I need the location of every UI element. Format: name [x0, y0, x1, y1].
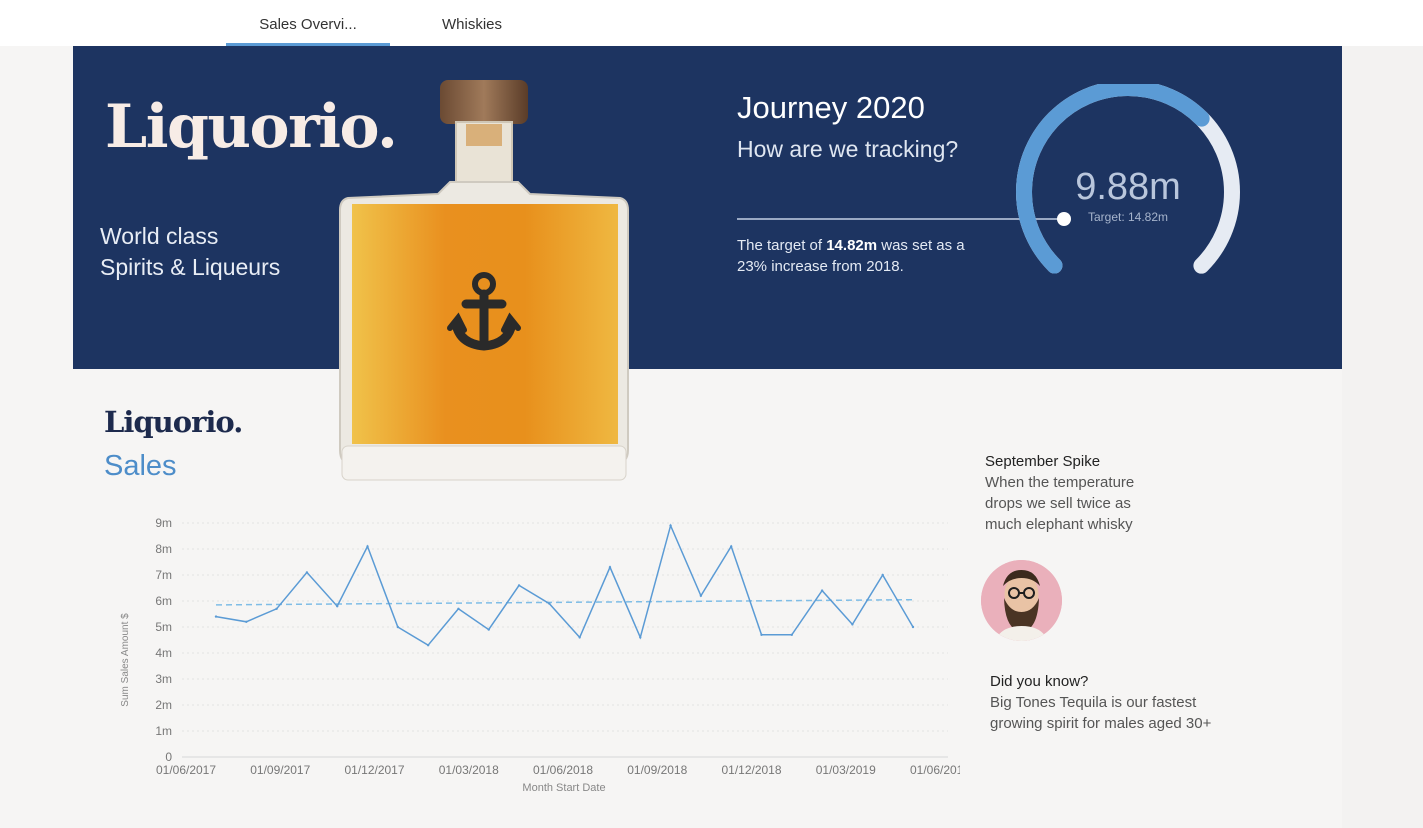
- y-tick-label: 3m: [155, 672, 172, 686]
- target-prefix: The target of: [737, 237, 827, 254]
- journey-title: Journey 2020: [737, 90, 925, 125]
- spike-line-3: much elephant whisky: [985, 516, 1133, 533]
- data-point: [548, 602, 551, 605]
- spike-body: When the temperature drops we sell twice…: [985, 472, 1134, 535]
- data-point: [214, 615, 218, 618]
- spike-title: September Spike: [985, 453, 1101, 470]
- data-point: [851, 623, 854, 626]
- data-point: [790, 633, 793, 636]
- whisky-bottle-image: [339, 80, 629, 481]
- y-tick-label: 9m: [155, 516, 172, 530]
- trend-line: [215, 598, 914, 606]
- right-gutter: [1342, 46, 1423, 828]
- data-point: [517, 584, 521, 587]
- y-tick-label: 0: [165, 750, 172, 764]
- x-tick-label: 01/06/2017: [156, 763, 216, 777]
- y-axis-ticks: 0 1m 2m 3m 4m 5m 6m 7m 8m 9m: [155, 516, 172, 764]
- data-point: [457, 607, 460, 610]
- data-point: [275, 607, 278, 610]
- target-note: The target of 14.82m was set as a 23% in…: [737, 235, 1007, 277]
- x-tick-label: 01/09/2018: [627, 763, 687, 777]
- y-tick-label: 6m: [155, 594, 172, 608]
- target-suffix: was set as a: [877, 237, 965, 254]
- data-point: [820, 589, 824, 592]
- tagline: World class Spirits & Liqueurs: [100, 221, 280, 283]
- gauge-target: Target: 14.82m: [1087, 210, 1169, 224]
- tagline-line-1: World class: [100, 223, 219, 249]
- data-point: [396, 625, 400, 629]
- tagline-line-2: Spirits & Liqueurs: [100, 254, 281, 280]
- y-tick-label: 4m: [155, 646, 172, 660]
- x-tick-label: 01/12/2017: [344, 763, 404, 777]
- bottle-cap: [440, 80, 528, 124]
- data-point: [729, 545, 733, 548]
- sales-line-chart: 0 1m 2m 3m 4m 5m 6m 7m 8m 9m 01/06/2017 01/09/2017…: [120, 516, 960, 794]
- y-tick-label: 2m: [155, 698, 172, 712]
- data-point: [911, 625, 915, 629]
- y-tick-label: 7m: [155, 568, 172, 582]
- spike-line-1: When the temperature: [985, 474, 1135, 491]
- did-you-know-line-2: growing spirit for males aged 30+: [990, 715, 1212, 732]
- data-point: [669, 524, 672, 527]
- data-point: [608, 566, 612, 569]
- gauge-value: 9.88m: [1075, 166, 1181, 208]
- data-point: [578, 636, 581, 639]
- x-axis-label: Month Start Date: [522, 782, 605, 794]
- x-tick-label: 01/06/2019: [910, 763, 960, 777]
- brand-logo-small: Liquorio.: [104, 405, 243, 439]
- data-point: [639, 636, 642, 639]
- data-point: [245, 620, 248, 623]
- data-point: [305, 571, 309, 574]
- data-point: [881, 573, 884, 577]
- x-tick-label: 01/03/2018: [439, 763, 499, 777]
- did-you-know-body: Big Tones Tequila is our fastest growing…: [990, 692, 1211, 734]
- x-tick-label: 01/12/2018: [721, 763, 781, 777]
- target-value: 14.82m: [826, 237, 878, 254]
- data-point: [699, 594, 703, 597]
- data-point: [487, 628, 490, 631]
- x-tick-label: 01/09/2017: [250, 763, 310, 777]
- chart-grid: [182, 522, 948, 758]
- person-avatar-illustration: [981, 560, 1062, 641]
- did-you-know-line-1: Big Tones Tequila is our fastest: [990, 694, 1197, 711]
- y-tick-label: 5m: [155, 620, 172, 634]
- bottle-base: [341, 445, 627, 481]
- y-axis-label: Sum Sales Amount $: [120, 613, 131, 707]
- tab-sales-overview[interactable]: Sales Overvi...: [226, 0, 390, 46]
- tab-bar: Sales Overvi... Whiskies: [0, 0, 1423, 46]
- y-tick-label: 8m: [155, 542, 172, 556]
- did-you-know-title: Did you know?: [990, 673, 1089, 690]
- sales-title: Sales: [104, 450, 177, 482]
- series-points: [214, 524, 915, 647]
- tab-whiskies[interactable]: Whiskies: [425, 0, 519, 46]
- data-point: [760, 633, 763, 636]
- bottle-cork: [466, 124, 502, 146]
- journey-subtitle: How are we tracking?: [737, 136, 959, 162]
- data-point: [366, 545, 369, 548]
- y-tick-label: 1m: [155, 724, 172, 738]
- x-axis-ticks: 01/06/2017 01/09/2017 01/12/2017 01/03/2018…: [156, 763, 960, 777]
- x-tick-label: 01/06/2018: [533, 763, 593, 777]
- target-line-2: 23% increase from 2018.: [737, 258, 904, 275]
- spike-line-2: drops we sell twice as: [985, 495, 1131, 512]
- avatar: [981, 560, 1062, 641]
- data-point: [336, 605, 339, 608]
- data-point: [426, 644, 430, 647]
- x-tick-label: 01/03/2019: [816, 763, 876, 777]
